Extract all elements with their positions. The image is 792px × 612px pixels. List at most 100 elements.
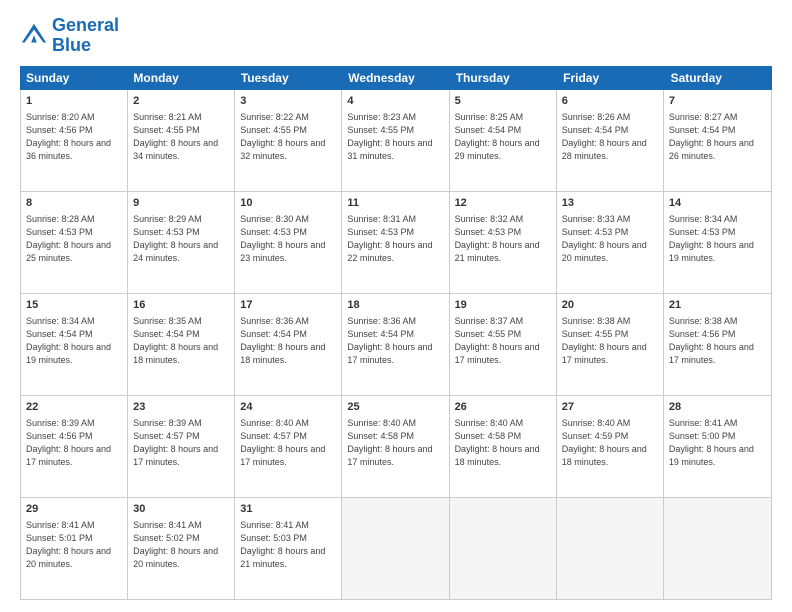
calendar-cell: 13 Sunrise: 8:33 AMSunset: 4:53 PMDayligh… [557,192,664,293]
day-info: Sunrise: 8:38 AMSunset: 4:55 PMDaylight:… [562,315,658,367]
calendar-cell: 19 Sunrise: 8:37 AMSunset: 4:55 PMDayligh… [450,294,557,395]
day-number: 31 [240,502,336,517]
day-info: Sunrise: 8:22 AMSunset: 4:55 PMDaylight:… [240,111,336,163]
day-number: 24 [240,400,336,415]
calendar-row: 8 Sunrise: 8:28 AMSunset: 4:53 PMDaylight… [21,192,771,294]
day-info: Sunrise: 8:39 AMSunset: 4:57 PMDaylight:… [133,417,229,469]
calendar-cell: 10Sunrise: 8:30 AMSunset: 4:53 PMDayligh… [235,192,342,293]
calendar-cell: 20 Sunrise: 8:38 AMSunset: 4:55 PMDayligh… [557,294,664,395]
day-number: 1 [26,94,122,109]
day-info: Sunrise: 8:41 AMSunset: 5:01 PMDaylight:… [26,519,122,571]
day-info: Sunrise: 8:37 AMSunset: 4:55 PMDaylight:… [455,315,551,367]
day-info: Sunrise: 8:41 AMSunset: 5:03 PMDaylight:… [240,519,336,571]
calendar-row: 29 Sunrise: 8:41 AMSunset: 5:01 PMDayligh… [21,498,771,599]
calendar-cell: 27Sunrise: 8:40 AMSunset: 4:59 PMDayligh… [557,396,664,497]
calendar-cell: 22Sunrise: 8:39 AMSunset: 4:56 PMDayligh… [21,396,128,497]
day-info: Sunrise: 8:21 AMSunset: 4:55 PMDaylight:… [133,111,229,163]
day-number: 2 [133,94,229,109]
calendar-cell [664,498,771,599]
day-number: 29 [26,502,122,517]
calendar-row: 15 Sunrise: 8:34 AMSunset: 4:54 PMDayligh… [21,294,771,396]
day-number: 27 [562,400,658,415]
calendar-cell: 5 Sunrise: 8:25 AMSunset: 4:54 PMDaylight… [450,90,557,191]
calendar-cell: 29 Sunrise: 8:41 AMSunset: 5:01 PMDayligh… [21,498,128,599]
day-info: Sunrise: 8:26 AMSunset: 4:54 PMDaylight:… [562,111,658,163]
day-header: Sunday [20,66,127,90]
day-info: Sunrise: 8:39 AMSunset: 4:56 PMDaylight:… [26,417,122,469]
calendar-row: 1 Sunrise: 8:20 AMSunset: 4:56 PMDaylight… [21,90,771,192]
calendar-cell [342,498,449,599]
day-number: 26 [455,400,551,415]
logo-icon [20,22,48,50]
day-info: Sunrise: 8:35 AMSunset: 4:54 PMDaylight:… [133,315,229,367]
calendar-cell: 1 Sunrise: 8:20 AMSunset: 4:56 PMDaylight… [21,90,128,191]
logo: General Blue [20,16,119,56]
day-number: 21 [669,298,766,313]
calendar-cell: 3 Sunrise: 8:22 AMSunset: 4:55 PMDaylight… [235,90,342,191]
day-header: Saturday [665,66,772,90]
calendar-cell: 26 Sunrise: 8:40 AMSunset: 4:58 PMDayligh… [450,396,557,497]
day-info: Sunrise: 8:34 AMSunset: 4:53 PMDaylight:… [669,213,766,265]
calendar-cell: 25 Sunrise: 8:40 AMSunset: 4:58 PMDayligh… [342,396,449,497]
day-number: 30 [133,502,229,517]
day-info: Sunrise: 8:36 AMSunset: 4:54 PMDaylight:… [240,315,336,367]
calendar-cell: 16 Sunrise: 8:35 AMSunset: 4:54 PMDayligh… [128,294,235,395]
calendar-row: 22Sunrise: 8:39 AMSunset: 4:56 PMDayligh… [21,396,771,498]
day-number: 5 [455,94,551,109]
day-number: 20 [562,298,658,313]
day-info: Sunrise: 8:40 AMSunset: 4:57 PMDaylight:… [240,417,336,469]
calendar-cell: 31 Sunrise: 8:41 AMSunset: 5:03 PMDayligh… [235,498,342,599]
calendar-cell: 11Sunrise: 8:31 AMSunset: 4:53 PMDayligh… [342,192,449,293]
calendar-cell: 6Sunrise: 8:26 AMSunset: 4:54 PMDaylight… [557,90,664,191]
calendar-cell: 30Sunrise: 8:41 AMSunset: 5:02 PMDayligh… [128,498,235,599]
calendar-cell: 9 Sunrise: 8:29 AMSunset: 4:53 PMDaylight… [128,192,235,293]
day-info: Sunrise: 8:25 AMSunset: 4:54 PMDaylight:… [455,111,551,163]
day-header: Friday [557,66,664,90]
calendar-cell: 28Sunrise: 8:41 AMSunset: 5:00 PMDayligh… [664,396,771,497]
day-number: 13 [562,196,658,211]
calendar-cell: 24 Sunrise: 8:40 AMSunset: 4:57 PMDayligh… [235,396,342,497]
calendar-cell [450,498,557,599]
day-info: Sunrise: 8:38 AMSunset: 4:56 PMDaylight:… [669,315,766,367]
day-number: 11 [347,196,443,211]
day-number: 8 [26,196,122,211]
calendar-cell: 23 Sunrise: 8:39 AMSunset: 4:57 PMDayligh… [128,396,235,497]
day-number: 9 [133,196,229,211]
day-info: Sunrise: 8:36 AMSunset: 4:54 PMDaylight:… [347,315,443,367]
day-info: Sunrise: 8:27 AMSunset: 4:54 PMDaylight:… [669,111,766,163]
day-info: Sunrise: 8:28 AMSunset: 4:53 PMDaylight:… [26,213,122,265]
day-info: Sunrise: 8:40 AMSunset: 4:58 PMDaylight:… [455,417,551,469]
day-number: 17 [240,298,336,313]
day-number: 3 [240,94,336,109]
day-number: 19 [455,298,551,313]
day-number: 7 [669,94,766,109]
day-header: Monday [127,66,234,90]
calendar-cell: 15 Sunrise: 8:34 AMSunset: 4:54 PMDayligh… [21,294,128,395]
calendar-cell: 4Sunrise: 8:23 AMSunset: 4:55 PMDaylight… [342,90,449,191]
day-number: 14 [669,196,766,211]
day-number: 16 [133,298,229,313]
day-header: Tuesday [235,66,342,90]
logo-text: General Blue [52,16,119,56]
day-info: Sunrise: 8:29 AMSunset: 4:53 PMDaylight:… [133,213,229,265]
calendar-body: 1 Sunrise: 8:20 AMSunset: 4:56 PMDaylight… [21,90,771,599]
day-number: 18 [347,298,443,313]
day-info: Sunrise: 8:40 AMSunset: 4:58 PMDaylight:… [347,417,443,469]
calendar-cell: 21 Sunrise: 8:38 AMSunset: 4:56 PMDayligh… [664,294,771,395]
day-number: 4 [347,94,443,109]
day-number: 15 [26,298,122,313]
day-number: 23 [133,400,229,415]
day-number: 12 [455,196,551,211]
calendar-cell: 14 Sunrise: 8:34 AMSunset: 4:53 PMDayligh… [664,192,771,293]
calendar-body-wrapper: 1 Sunrise: 8:20 AMSunset: 4:56 PMDaylight… [20,90,772,600]
calendar-cell: 7 Sunrise: 8:27 AMSunset: 4:54 PMDaylight… [664,90,771,191]
day-info: Sunrise: 8:33 AMSunset: 4:53 PMDaylight:… [562,213,658,265]
day-info: Sunrise: 8:34 AMSunset: 4:54 PMDaylight:… [26,315,122,367]
day-info: Sunrise: 8:30 AMSunset: 4:53 PMDaylight:… [240,213,336,265]
day-info: Sunrise: 8:20 AMSunset: 4:56 PMDaylight:… [26,111,122,163]
calendar-cell: 8 Sunrise: 8:28 AMSunset: 4:53 PMDaylight… [21,192,128,293]
day-info: Sunrise: 8:32 AMSunset: 4:53 PMDaylight:… [455,213,551,265]
page: General Blue SundayMondayTuesdayWednesda… [0,0,792,612]
calendar: SundayMondayTuesdayWednesdayThursdayFrid… [20,66,772,600]
day-number: 25 [347,400,443,415]
